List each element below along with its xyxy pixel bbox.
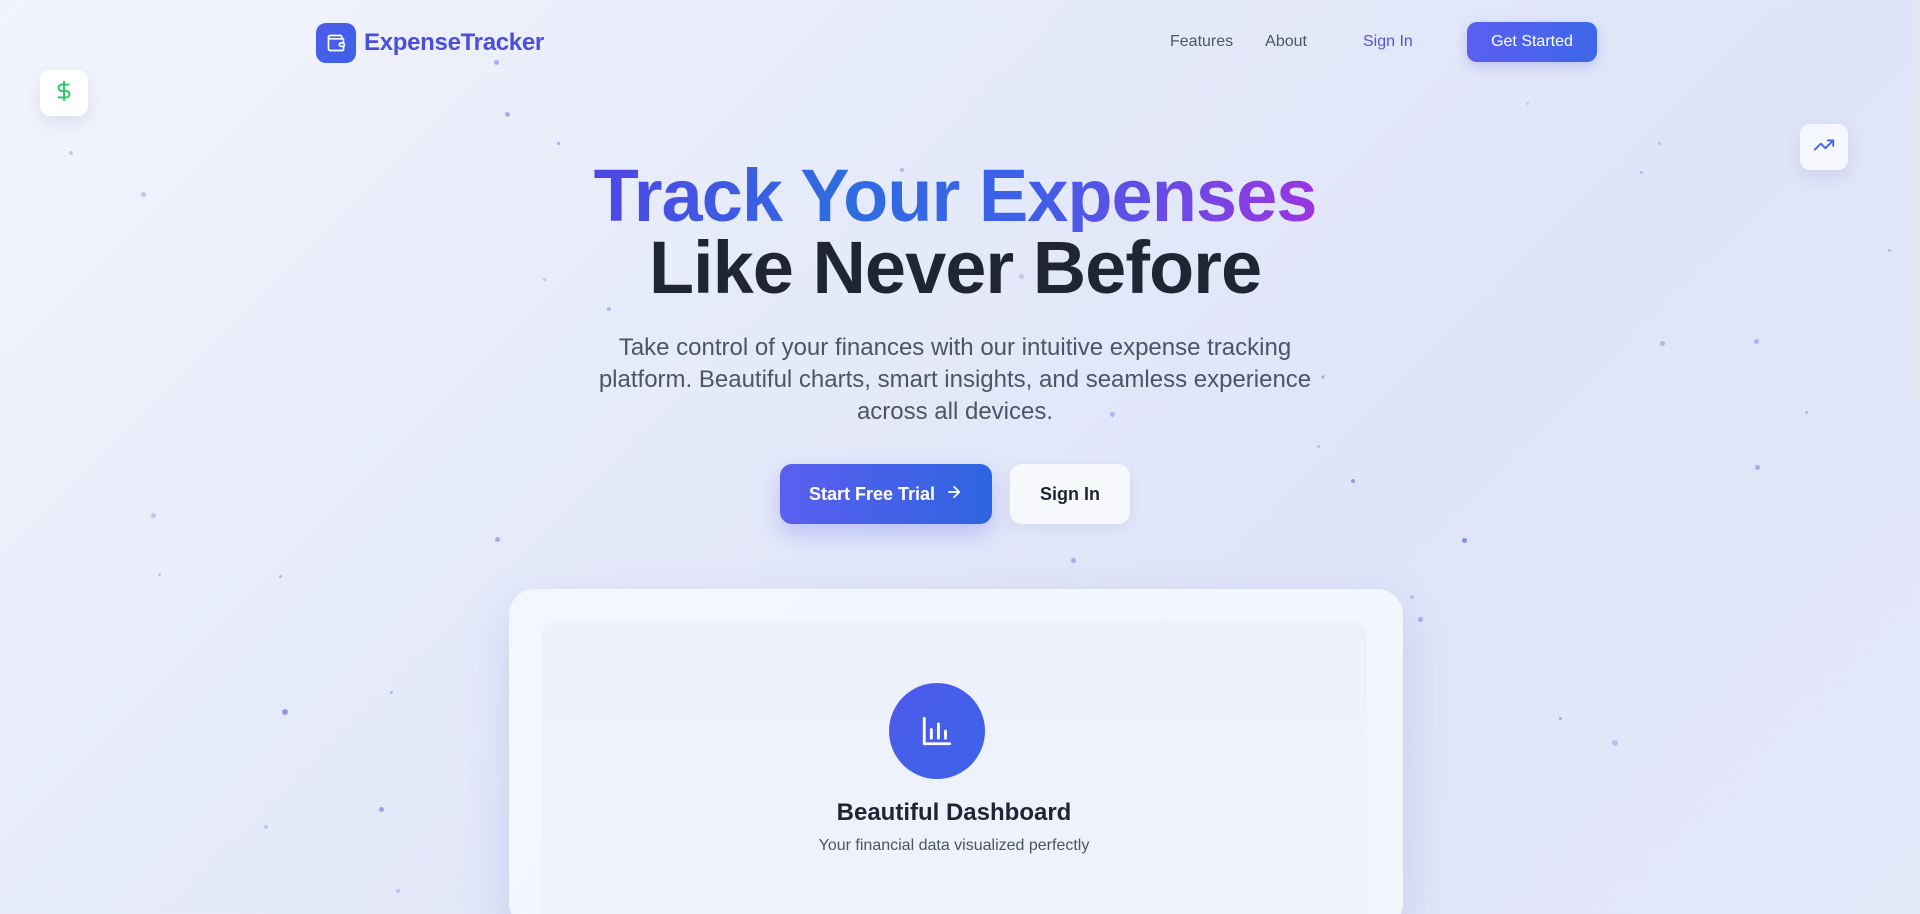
top-nav: ExpenseTracker Features About Sign In Ge…	[0, 0, 1920, 86]
hero-subtitle: Take control of your finances with our i…	[598, 334, 1312, 425]
dashboard-preview-panel: Beautiful Dashboard Your financial data …	[541, 621, 1367, 914]
brand-name: ExpenseTracker	[364, 29, 544, 56]
brand-logo[interactable]: ExpenseTracker	[316, 23, 544, 63]
nav-link-features[interactable]: Features	[1170, 33, 1233, 51]
nav-links: Features About	[1170, 33, 1307, 51]
preview-title: Beautiful Dashboard	[836, 799, 1072, 826]
hero-cta-group: Start Free Trial Sign In	[0, 464, 1910, 524]
preview-subtitle: Your financial data visualized perfectly	[818, 837, 1090, 854]
hero-sign-in-button[interactable]: Sign In	[1010, 464, 1130, 524]
bar-chart-icon	[889, 683, 985, 779]
start-free-trial-button[interactable]: Start Free Trial	[780, 464, 992, 524]
nav-sign-in-link[interactable]: Sign In	[1363, 33, 1413, 51]
hero-title-line1: Track Your Expenses	[593, 154, 1318, 237]
nav-link-about[interactable]: About	[1265, 33, 1307, 51]
get-started-button[interactable]: Get Started	[1467, 22, 1597, 62]
start-free-trial-label: Start Free Trial	[808, 483, 936, 504]
dashboard-preview-card: Beautiful Dashboard Your financial data …	[509, 589, 1403, 914]
hero-section: Track Your Expenses Like Never Before Ta…	[0, 154, 1910, 524]
hero-title-line2: Like Never Before	[648, 226, 1262, 309]
dollar-icon	[53, 79, 75, 108]
arrow-right-icon	[945, 483, 963, 506]
wallet-icon	[316, 23, 356, 63]
trending-up-icon	[1813, 134, 1835, 161]
floating-dollar-badge	[40, 70, 88, 116]
